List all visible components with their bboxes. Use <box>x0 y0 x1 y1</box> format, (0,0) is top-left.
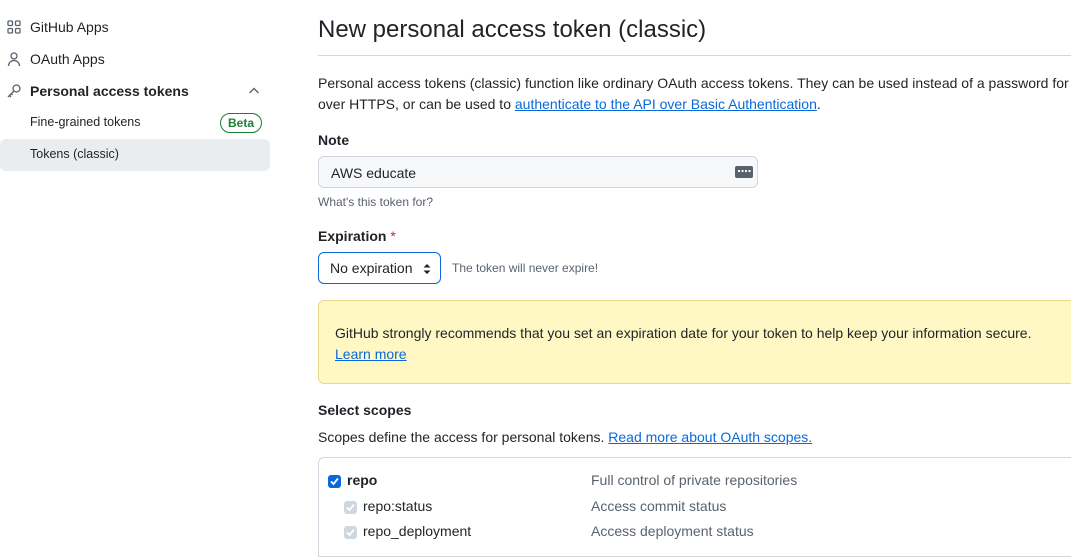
scope-name: repo_deployment <box>363 523 472 539</box>
intro-line-2-text: over HTTPS, or can be used to <box>318 96 515 112</box>
expiration-label-text: Expiration <box>318 228 387 244</box>
page-title: New personal access token (classic) <box>318 16 707 43</box>
scope-description: Access deployment status <box>591 523 754 539</box>
expiration-label: Expiration * <box>318 228 396 244</box>
note-input[interactable]: AWS educate <box>318 156 758 188</box>
warning-text: GitHub strongly recommends that you set … <box>335 325 1032 341</box>
expiration-selected-value: No expiration <box>330 260 413 276</box>
oauth-scopes-link[interactable]: Read more about OAuth scopes. <box>608 429 812 445</box>
sidebar-subitem-fine-grained-tokens[interactable]: Fine-grained tokens Beta <box>0 107 270 139</box>
scopes-list: repo Full control of private repositorie… <box>318 457 1071 557</box>
sidebar-item-github-apps[interactable]: GitHub Apps <box>0 11 270 43</box>
sidebar-item-label: Personal access tokens <box>30 83 189 99</box>
scope-name: repo <box>347 472 378 488</box>
chevron-up-icon[interactable] <box>246 83 262 99</box>
sidebar-item-oauth-apps[interactable]: OAuth Apps <box>0 43 270 75</box>
scope-row-repo-deployment: repo_deployment Access deployment status <box>319 522 1071 546</box>
intro-line-1: Personal access tokens (classic) functio… <box>318 75 1071 91</box>
scope-checkbox-repo-status[interactable] <box>344 501 357 514</box>
apps-grid-icon <box>6 19 22 35</box>
expiration-warning-banner: GitHub strongly recommends that you set … <box>318 300 1071 384</box>
settings-sidebar: GitHub Apps OAuth Apps Personal access t… <box>0 0 272 540</box>
scope-description: Access commit status <box>591 498 727 514</box>
sidebar-item-label: OAuth Apps <box>30 51 105 67</box>
select-arrows-icon <box>423 262 431 274</box>
sidebar-subitem-label: Tokens (classic) <box>30 147 119 161</box>
scope-checkbox-repo-deployment[interactable] <box>344 526 357 539</box>
intro-line-2: over HTTPS, or can be used to authentica… <box>318 94 1071 115</box>
scope-name: repo:status <box>363 498 433 514</box>
scopes-description: Scopes define the access for personal to… <box>318 429 812 445</box>
select-scopes-label: Select scopes <box>318 402 412 418</box>
password-manager-icon[interactable] <box>734 165 754 179</box>
scope-checkbox-repo[interactable] <box>328 475 341 488</box>
note-hint: What's this token for? <box>318 195 434 209</box>
sidebar-subitem-label: Fine-grained tokens <box>30 115 141 129</box>
key-icon <box>6 83 22 99</box>
intro-suffix: . <box>816 96 821 112</box>
scope-description: Full control of private repositories <box>591 472 798 488</box>
main-content: New personal access token (classic) Pers… <box>318 0 1071 557</box>
scope-row-repo-status: repo:status Access commit status <box>319 497 1071 521</box>
intro-text: Personal access tokens (classic) functio… <box>318 73 1071 115</box>
person-icon <box>6 51 22 67</box>
scopes-description-text: Scopes define the access for personal to… <box>318 429 609 445</box>
expiration-message: The token will never expire! <box>452 261 599 275</box>
sidebar-item-personal-access-tokens[interactable]: Personal access tokens <box>0 75 270 107</box>
basic-auth-link[interactable]: authenticate to the API over Basic Authe… <box>515 96 817 112</box>
note-label: Note <box>318 132 350 148</box>
sidebar-item-label: GitHub Apps <box>30 19 109 35</box>
note-value: AWS educate <box>331 165 417 181</box>
learn-more-link[interactable]: Learn more <box>335 346 407 362</box>
title-divider <box>318 55 1071 56</box>
beta-badge: Beta <box>220 113 263 133</box>
required-mark: * <box>390 228 396 244</box>
expiration-select[interactable]: No expiration <box>318 252 441 284</box>
scope-row-repo: repo Full control of private repositorie… <box>319 471 1071 495</box>
sidebar-subitem-tokens-classic[interactable]: Tokens (classic) <box>0 139 270 171</box>
